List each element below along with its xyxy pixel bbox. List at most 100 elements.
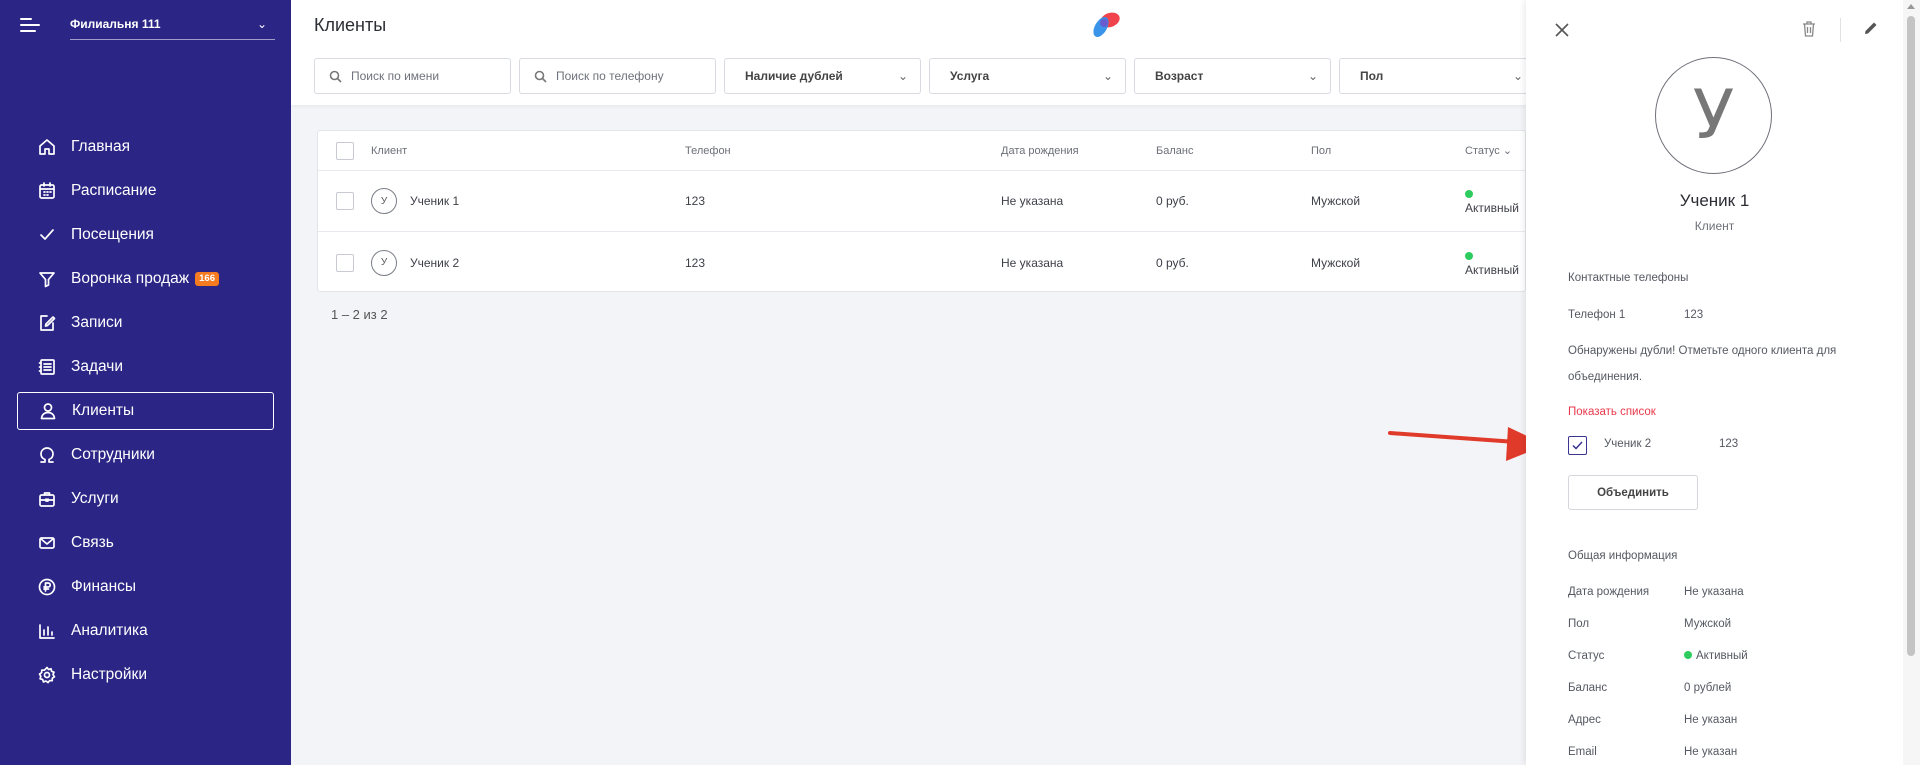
general-info-title: Общая информация — [1568, 550, 1678, 562]
name-search-placeholder: Поиск по имени — [351, 69, 440, 83]
info-value: Активный — [1696, 650, 1748, 662]
info-label: Пол — [1568, 618, 1590, 630]
avatar: У — [1655, 57, 1772, 174]
merge-button[interactable]: Объединить — [1568, 475, 1698, 510]
status-dot-icon — [1465, 190, 1473, 198]
branch-select[interactable]: Филиальня 111 ⌄ — [70, 12, 275, 40]
avatar: У — [371, 249, 397, 276]
info-value: Не указан — [1684, 746, 1738, 758]
page-header: Клиенты Поиск по имени Поиск по телефону… — [291, 0, 1536, 105]
avatar: У — [371, 188, 397, 214]
sidebar-item-label: Задачи — [71, 358, 124, 375]
service-filter-select[interactable]: Услуга ⌄ — [929, 58, 1126, 94]
column-status[interactable]: Статус ⌄ — [1465, 144, 1512, 157]
sidebar: Филиальня 111 ⌄ Главная Расписание Посещ… — [0, 0, 291, 765]
trash-icon[interactable] — [1801, 20, 1817, 38]
client-detail-panel: У Ученик 1 Клиент Контактные телефоны Те… — [1526, 0, 1903, 765]
row-checkbox[interactable] — [336, 253, 354, 272]
duplicates-warning-line1: Обнаружены дубли! Отметьте одного клиент… — [1568, 345, 1837, 357]
sidebar-item-clients[interactable]: Клиенты — [17, 392, 274, 430]
duplicate-checkbox[interactable] — [1568, 436, 1587, 455]
column-birth[interactable]: Дата рождения — [1001, 145, 1079, 157]
sidebar-item-services[interactable]: Услуги — [17, 480, 274, 518]
sidebar-item-visits[interactable]: Посещения — [17, 216, 274, 254]
show-list-link[interactable]: Показать список — [1568, 406, 1656, 418]
table-header-row: Клиент Телефон Дата рождения Баланс Пол … — [318, 131, 1527, 171]
client-name[interactable]: Ученик 2 — [410, 256, 459, 270]
annotation-arrow-icon — [1388, 427, 1546, 461]
column-gender[interactable]: Пол — [1311, 145, 1331, 157]
sidebar-item-home[interactable]: Главная — [17, 128, 274, 166]
menu-toggle-icon[interactable] — [20, 18, 40, 34]
client-balance: 0 руб. — [1156, 194, 1189, 208]
briefcase-icon — [37, 489, 57, 509]
status-dot-icon — [1465, 251, 1473, 260]
info-label: Баланс — [1568, 682, 1608, 694]
age-filter-select[interactable]: Возраст ⌄ — [1134, 58, 1331, 94]
sidebar-item-label: Услуги — [71, 490, 119, 507]
sidebar-item-communication[interactable]: Связь — [17, 524, 274, 562]
table-row[interactable]: У Ученик 2 123 Не указана 0 руб. Мужской… — [318, 232, 1527, 293]
status-badge: Активный — [1465, 187, 1527, 215]
table-row[interactable]: У Ученик 1 123 Не указана 0 руб. Мужской… — [318, 171, 1527, 232]
scroll-up-icon[interactable] — [1907, 4, 1915, 9]
sidebar-item-label: Клиенты — [72, 402, 135, 419]
scrollbar-thumb[interactable] — [1907, 16, 1915, 656]
checkmark-icon — [37, 225, 57, 245]
client-name[interactable]: Ученик 1 — [410, 194, 459, 208]
gender-filter-label: Пол — [1360, 69, 1384, 83]
chevron-down-icon: ⌄ — [256, 16, 267, 31]
sidebar-item-analytics[interactable]: Аналитика — [17, 612, 274, 650]
row-checkbox[interactable] — [336, 192, 354, 210]
filters-bar: Поиск по имени Поиск по телефону Наличие… — [314, 58, 1536, 94]
home-icon — [37, 137, 57, 157]
user-icon — [38, 401, 58, 421]
sidebar-item-label: Посещения — [71, 226, 154, 243]
duplicate-name: Ученик 2 — [1604, 438, 1652, 450]
column-balance[interactable]: Баланс — [1156, 145, 1193, 157]
client-status: Активный — [1465, 262, 1519, 277]
column-phone[interactable]: Телефон — [685, 145, 731, 157]
sidebar-item-schedule[interactable]: Расписание — [17, 172, 274, 210]
duplicates-filter-select[interactable]: Наличие дублей ⌄ — [724, 58, 921, 94]
search-icon — [534, 70, 547, 83]
sidebar-item-sales-funnel[interactable]: Воронка продаж 166 — [17, 260, 274, 298]
close-icon[interactable] — [1554, 22, 1570, 38]
phone-search-placeholder: Поиск по телефону — [556, 69, 664, 83]
ruble-icon — [37, 577, 57, 597]
gear-icon — [37, 665, 57, 685]
status-badge: Активный — [1684, 650, 1748, 662]
client-status: Активный — [1465, 201, 1519, 215]
branch-label: Филиальня 111 — [70, 16, 161, 31]
sidebar-item-records[interactable]: Записи — [17, 304, 274, 342]
sidebar-item-label: Связь — [71, 534, 114, 551]
name-search-input[interactable]: Поиск по имени — [314, 58, 511, 94]
panel-scrollbar[interactable] — [1903, 0, 1920, 765]
sidebar-item-label: Воронка продаж — [71, 270, 190, 287]
service-filter-label: Услуга — [950, 69, 990, 83]
duplicate-phone: 123 — [1719, 438, 1739, 450]
info-value: Не указан — [1684, 714, 1738, 726]
select-all-checkbox[interactable] — [336, 141, 354, 160]
client-balance: 0 руб. — [1156, 255, 1189, 270]
age-filter-label: Возраст — [1155, 69, 1204, 83]
sidebar-item-staff[interactable]: Сотрудники — [17, 436, 274, 474]
info-label: Адрес — [1568, 714, 1601, 726]
phone-search-input[interactable]: Поиск по телефону — [519, 58, 716, 94]
client-birth: Не указана — [1001, 255, 1064, 270]
sidebar-nav: Главная Расписание Посещения Воронка про… — [17, 128, 274, 700]
sidebar-item-label: Сотрудники — [71, 446, 155, 463]
sidebar-item-tasks[interactable]: Задачи — [17, 348, 274, 386]
funnel-icon — [37, 269, 57, 289]
edit-note-icon — [37, 313, 57, 333]
sidebar-item-finance[interactable]: Финансы — [17, 568, 274, 606]
pencil-icon[interactable] — [1863, 20, 1879, 36]
column-client[interactable]: Клиент — [371, 145, 407, 157]
sidebar-item-settings[interactable]: Настройки — [17, 656, 274, 694]
checkmark-icon — [1572, 441, 1583, 450]
main-content: Клиенты Поиск по имени Поиск по телефону… — [291, 0, 1536, 765]
chevron-down-icon: ⌄ — [1502, 145, 1513, 157]
gender-filter-select[interactable]: Пол ⌄ — [1339, 58, 1536, 94]
client-phone: 123 — [685, 255, 706, 270]
client-role: Клиент — [1694, 219, 1735, 233]
